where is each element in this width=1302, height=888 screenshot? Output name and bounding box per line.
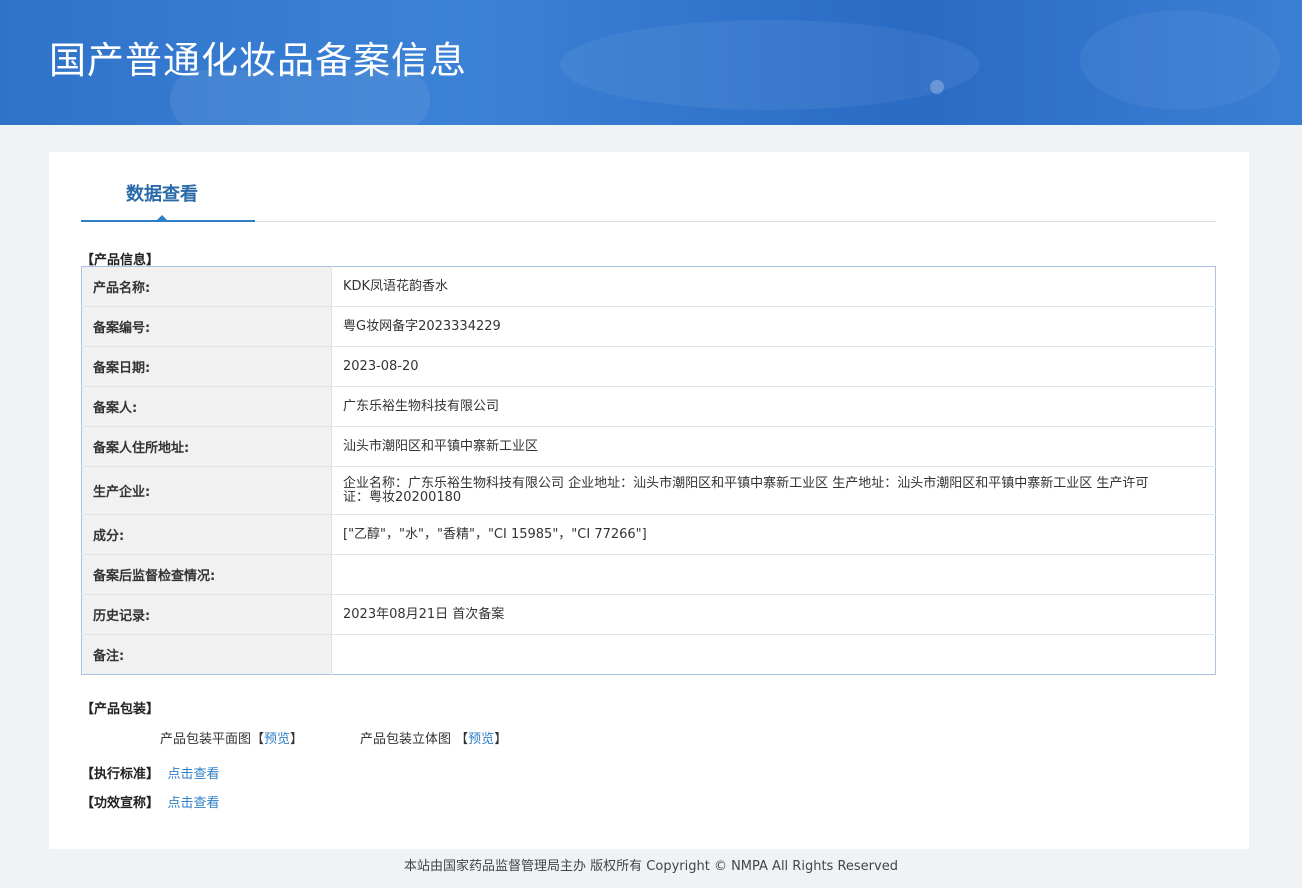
table-row: 备案日期: 2023-08-20 (81, 346, 1216, 387)
tab-label: 数据查看 (126, 184, 198, 205)
row-value: 2023-08-20 (331, 346, 1216, 387)
page-title: 国产普通化妆品备案信息 (49, 39, 467, 82)
standard-row: 【执行标准】 点击查看 (81, 763, 220, 782)
row-value (331, 634, 1216, 675)
bracket: 】 (494, 732, 508, 747)
row-value: 广东乐裕生物科技有限公司 (331, 386, 1216, 427)
preview-stereo-link[interactable]: 预览 (468, 732, 494, 747)
content-card: 数据查看 【产品信息】 产品名称: KDK凤语花韵香水 备案编号: 粤G妆网备字… (49, 152, 1249, 849)
tab-bar: 数据查看 (81, 152, 1216, 222)
row-label: 备案日期: (81, 346, 332, 387)
table-row: 备案后监督检查情况: (81, 554, 1216, 595)
packaging-stereo-item: 产品包装立体图 【预览】 (360, 728, 507, 747)
standard-view-link[interactable]: 点击查看 (168, 767, 220, 782)
table-row: 备案人住所地址: 汕头市潮阳区和平镇中寨新工业区 (81, 426, 1216, 467)
row-value: 2023年08月21日 首次备案 (331, 594, 1216, 635)
banner-decoration (1080, 10, 1280, 110)
row-label: 备注: (81, 634, 332, 675)
section-efficacy: 【功效宣称】 (81, 796, 160, 811)
tab-data-view[interactable]: 数据查看 (81, 152, 255, 222)
row-value-cell: 企业名称：广东乐裕生物科技有限公司 企业地址：汕头市潮阳区和平镇中寨新工业区 生… (331, 466, 1216, 515)
row-label: 备案人住所地址: (81, 426, 332, 467)
banner-decoration (930, 80, 944, 94)
footer-copyright: 本站由国家药品监督管理局主办 版权所有 Copyright © NMPA All… (404, 859, 898, 874)
efficacy-row: 【功效宣称】 点击查看 (81, 792, 220, 811)
product-info-table: 产品名称: KDK凤语花韵香水 备案编号: 粤G妆网备字2023334229 备… (81, 266, 1216, 675)
table-row: 历史记录: 2023年08月21日 首次备案 (81, 594, 1216, 635)
row-value: 粤G妆网备字2023334229 (331, 306, 1216, 347)
row-label: 备案编号: (81, 306, 332, 347)
packaging-flat-item: 产品包装平面图【预览】 (160, 728, 303, 747)
table-row: 备案人: 广东乐裕生物科技有限公司 (81, 386, 1216, 427)
row-value: ["乙醇"，"水"，"香精"，"CI 15985"，"CI 77266"] (331, 514, 1216, 555)
section-standard: 【执行标准】 (81, 767, 160, 782)
row-label: 备案人: (81, 386, 332, 427)
row-label: 成分: (81, 514, 332, 555)
bracket: 【 (251, 732, 265, 747)
header-banner: 国产普通化妆品备案信息 (0, 0, 1302, 125)
row-label: 产品名称: (81, 266, 332, 307)
bracket: 【 (455, 732, 469, 747)
row-value: 企业名称：广东乐裕生物科技有限公司 企业地址：汕头市潮阳区和平镇中寨新工业区 生… (343, 475, 1149, 505)
table-row: 备案编号: 粤G妆网备字2023334229 (81, 306, 1216, 347)
bracket: 】 (290, 732, 304, 747)
table-row: 产品名称: KDK凤语花韵香水 (81, 266, 1216, 307)
preview-flat-link[interactable]: 预览 (264, 732, 290, 747)
banner-decoration (560, 20, 980, 110)
row-label: 生产企业: (81, 466, 332, 515)
table-row: 备注: (81, 634, 1216, 675)
efficacy-view-link[interactable]: 点击查看 (168, 796, 220, 811)
row-value: 汕头市潮阳区和平镇中寨新工业区 (331, 426, 1216, 467)
active-tab-indicator (156, 215, 168, 221)
packaging-stereo-label: 产品包装立体图 (360, 732, 452, 747)
row-label: 历史记录: (81, 594, 332, 635)
row-value (331, 554, 1216, 595)
packaging-flat-label: 产品包装平面图 (160, 732, 252, 747)
row-value: KDK凤语花韵香水 (343, 278, 449, 294)
row-label: 备案后监督检查情况: (81, 554, 332, 595)
table-row: 生产企业: 企业名称：广东乐裕生物科技有限公司 企业地址：汕头市潮阳区和平镇中寨… (81, 466, 1216, 515)
section-packaging: 【产品包装】 (81, 702, 160, 717)
table-row: 成分: ["乙醇"，"水"，"香精"，"CI 15985"，"CI 77266"… (81, 514, 1216, 555)
